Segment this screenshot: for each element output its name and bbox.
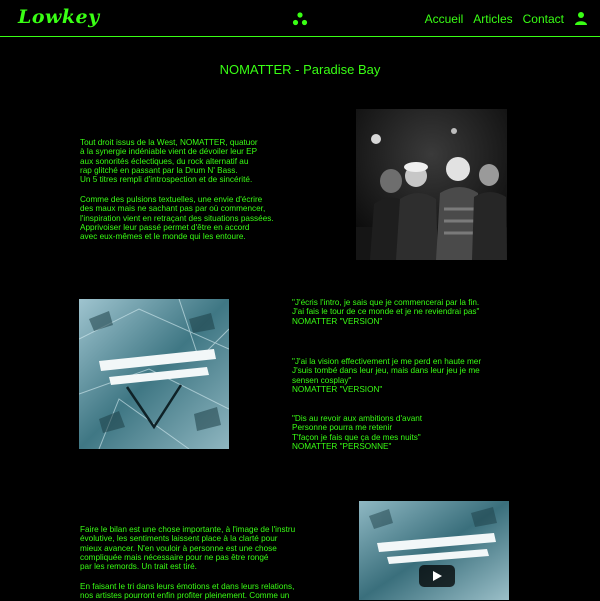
video-play-button[interactable]	[419, 565, 455, 587]
outro-paragraph-2: En faisant le tri dans leurs émotions et…	[80, 582, 295, 601]
quote-2: "J'ai la vision effectivement je me perd…	[292, 357, 482, 394]
nav-link-contact[interactable]: Contact	[523, 12, 564, 26]
three-dots-icon	[292, 12, 308, 26]
intro-paragraph-1: Tout droit issus de la West, NOMATTER, q…	[80, 138, 258, 185]
intro-paragraph-2: Comme des pulsions textuelles, une envie…	[80, 195, 274, 242]
site-header: Lowkey Accueil Articles Contact	[0, 0, 600, 37]
quote-1: "J'écris l'intro, je sais que je commenc…	[292, 298, 480, 326]
nav-link-accueil[interactable]: Accueil	[425, 12, 464, 26]
article-title: NOMATTER - Paradise Bay	[219, 62, 381, 77]
band-photo	[356, 109, 507, 260]
nav-link-articles[interactable]: Articles	[473, 12, 512, 26]
user-icon[interactable]	[574, 11, 588, 25]
site-logo[interactable]: Lowkey	[18, 6, 100, 28]
play-icon	[433, 571, 442, 581]
quote-3: "Dis au revoir aux ambitions d'avant Per…	[292, 414, 423, 451]
outro-paragraph-1: Faire le bilan est une chose importante,…	[80, 525, 296, 572]
main-nav: Accueil Articles Contact	[425, 12, 564, 26]
album-cover	[79, 299, 229, 449]
